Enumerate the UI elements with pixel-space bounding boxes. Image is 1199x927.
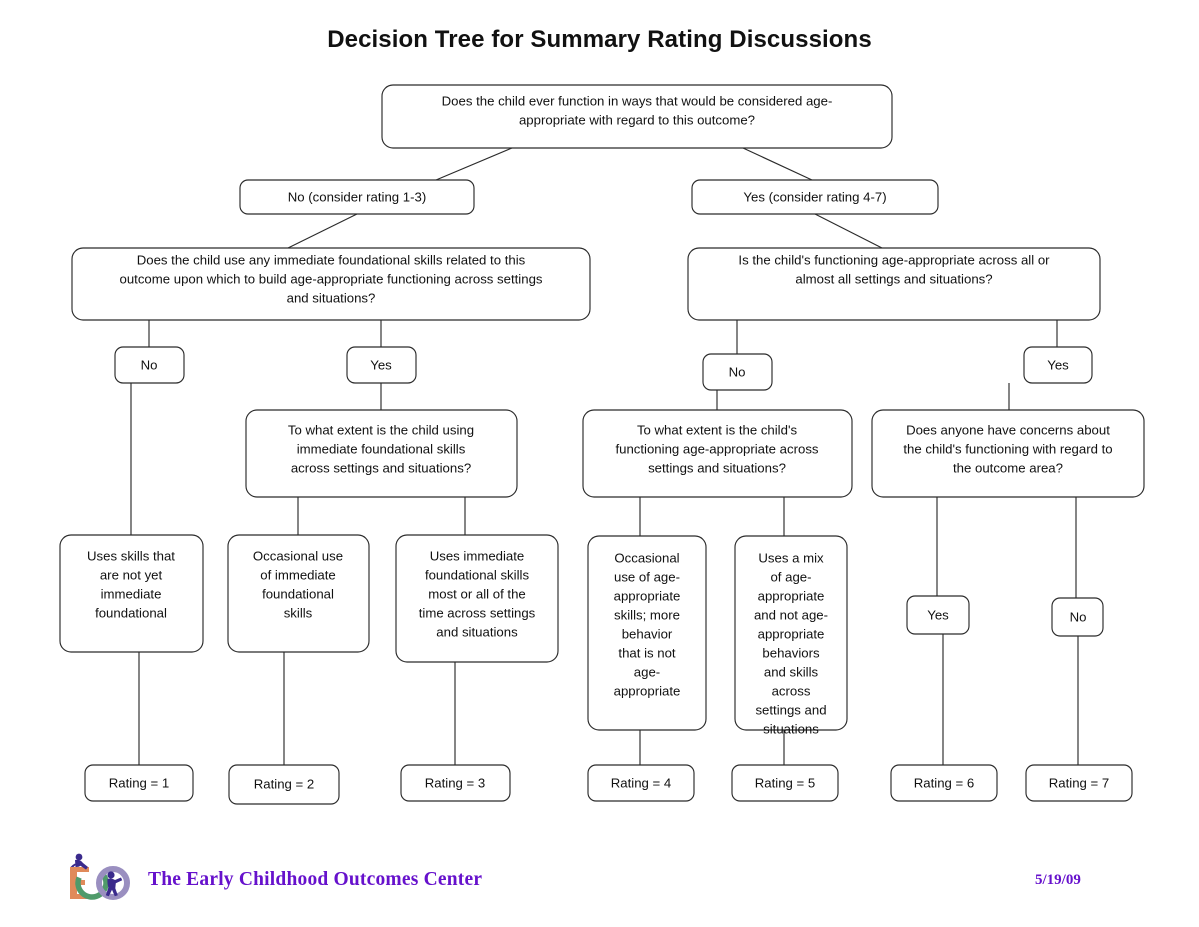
node-answer-yes-right: Yes: [1023, 346, 1093, 384]
node-answer-no-concerns-label: No: [1070, 609, 1087, 624]
node-description-rating-5-line-9: settings and: [755, 702, 826, 717]
node-description-rating-5-line-2: of age-: [770, 569, 811, 584]
node-question-extent-age-appropriate-line-3: settings and situations?: [648, 460, 786, 475]
node-branch-yes: Yes (consider rating 4-7): [691, 179, 939, 215]
node-branch-yes-label: Yes (consider rating 4-7): [743, 189, 886, 204]
node-description-rating-2-line-3: foundational: [262, 586, 334, 601]
node-description-rating-4-line-6: that is not: [618, 645, 676, 660]
node-answer-no-concerns: No: [1051, 597, 1104, 637]
node-branch-no-label: No (consider rating 1-3): [288, 189, 427, 204]
node-rating-2-label: Rating = 2: [254, 776, 314, 791]
node-description-rating-5-line-8: across: [772, 683, 811, 698]
node-description-rating-5-line-1: Uses a mix: [758, 550, 824, 565]
node-question-age-appropriate-all-settings-line-2: almost all settings and situations?: [795, 271, 992, 286]
node-question-foundational-skills-line-2: outcome upon which to build age-appropri…: [120, 271, 543, 286]
connector-yes-to-question-right: [814, 213, 883, 249]
node-description-rating-4-line-8: appropriate: [614, 683, 681, 698]
node-description-rating-4-line-2: use of age-: [614, 569, 680, 584]
node-question-extent-foundational-line-3: across settings and situations?: [291, 460, 471, 475]
connector-no-to-question-left: [287, 213, 358, 249]
node-description-rating-5-line-3: appropriate: [758, 588, 825, 603]
node-description-rating-3: Uses immediate foundational skills most …: [395, 534, 559, 663]
node-rating-4-label: Rating = 4: [611, 775, 671, 790]
node-question-age-appropriate-all-settings: Is the child's functioning age-appropria…: [687, 247, 1101, 321]
footer-organization-name: The Early Childhood Outcomes Center: [148, 869, 483, 890]
node-rating-2: Rating = 2: [228, 764, 340, 805]
node-question-concerns-line-1: Does anyone have concerns about: [906, 422, 1110, 437]
node-description-rating-2: Occasional use of immediate foundational…: [227, 534, 370, 653]
node-question-extent-foundational-line-2: immediate foundational skills: [297, 441, 466, 456]
node-root-question-line-2: appropriate with regard to this outcome?: [519, 112, 755, 127]
footer-date: 5/19/09: [1035, 872, 1081, 888]
node-description-rating-3-line-3: most or all of the: [428, 586, 525, 601]
node-answer-yes-concerns-label: Yes: [927, 607, 949, 622]
connector-root-to-no: [435, 147, 513, 181]
node-root-question-line-1: Does the child ever function in ways tha…: [442, 93, 833, 108]
node-question-foundational-skills-line-3: and situations?: [287, 290, 376, 305]
node-rating-7: Rating = 7: [1025, 764, 1133, 802]
node-description-rating-3-line-1: Uses immediate: [430, 548, 525, 563]
node-description-rating-5-line-5: appropriate: [758, 626, 825, 641]
node-rating-1: Rating = 1: [84, 764, 194, 802]
node-branch-no: No (consider rating 1-3): [239, 179, 475, 215]
node-description-rating-4-line-1: Occasional: [614, 550, 679, 565]
eco-logo: [70, 853, 130, 900]
node-description-rating-4-line-5: behavior: [622, 626, 673, 641]
node-rating-3-label: Rating = 3: [425, 775, 485, 790]
node-rating-1-label: Rating = 1: [109, 775, 169, 790]
footer: The Early Childhood Outcomes Center 5/19…: [0, 845, 1199, 927]
node-answer-yes-left-label: Yes: [370, 357, 392, 372]
node-question-extent-age-appropriate-line-1: To what extent is the child's: [637, 422, 798, 437]
decision-tree-diagram: Does the child ever function in ways tha…: [59, 84, 1145, 805]
node-rating-7-label: Rating = 7: [1049, 775, 1109, 790]
node-answer-yes-concerns: Yes: [906, 595, 970, 635]
node-description-rating-5-line-10: situations: [763, 721, 819, 736]
node-question-age-appropriate-all-settings-line-1: Is the child's functioning age-appropria…: [738, 252, 1050, 267]
node-description-rating-2-line-2: of immediate: [260, 567, 336, 582]
node-description-rating-4-line-4: skills; more: [614, 607, 680, 622]
node-answer-no-left-label: No: [141, 357, 158, 372]
node-description-rating-2-line-1: Occasional use: [253, 548, 343, 563]
node-description-rating-4-line-7: age-: [634, 664, 660, 679]
node-answer-yes-right-label: Yes: [1047, 357, 1069, 372]
node-rating-6-label: Rating = 6: [914, 775, 974, 790]
node-description-rating-2-line-4: skills: [284, 605, 313, 620]
node-answer-no-right: No: [702, 353, 773, 391]
node-rating-4: Rating = 4: [587, 764, 695, 802]
node-description-rating-5-line-4: and not age-: [754, 607, 828, 622]
node-description-rating-3-line-5: and situations: [436, 624, 518, 639]
node-question-concerns-line-2: the child's functioning with regard to: [903, 441, 1112, 456]
node-question-extent-age-appropriate: To what extent is the child's functionin…: [582, 409, 853, 498]
node-description-rating-1-line-4: foundational: [95, 605, 167, 620]
node-description-rating-1: Uses skills that are not yet immediate f…: [59, 534, 204, 653]
node-question-extent-foundational: To what extent is the child using immedi…: [245, 409, 518, 498]
node-description-rating-3-line-4: time across settings: [419, 605, 536, 620]
node-rating-5: Rating = 5: [731, 764, 839, 802]
node-root-question: Does the child ever function in ways tha…: [381, 84, 893, 149]
node-description-rating-1-line-1: Uses skills that: [87, 548, 175, 563]
node-question-concerns-line-3: the outcome area?: [953, 460, 1063, 475]
node-answer-no-left: No: [114, 346, 185, 384]
node-rating-5-label: Rating = 5: [755, 775, 815, 790]
node-answer-yes-left: Yes: [346, 346, 417, 384]
node-description-rating-5-line-7: and skills: [764, 664, 819, 679]
node-description-rating-3-line-2: foundational skills: [425, 567, 530, 582]
node-description-rating-1-line-3: immediate: [101, 586, 162, 601]
node-answer-no-right-label: No: [729, 364, 746, 379]
node-question-foundational-skills: Does the child use any immediate foundat…: [71, 247, 591, 321]
node-question-extent-age-appropriate-line-2: functioning age-appropriate across: [615, 441, 818, 456]
connector-root-to-yes: [742, 147, 813, 181]
node-description-rating-1-line-2: are not yet: [100, 567, 163, 582]
node-rating-6: Rating = 6: [890, 764, 998, 802]
node-description-rating-4: Occasional use of age- appropriate skill…: [587, 535, 707, 731]
node-question-extent-foundational-line-1: To what extent is the child using: [288, 422, 474, 437]
node-description-rating-5-line-6: behaviors: [762, 645, 820, 660]
node-question-foundational-skills-line-1: Does the child use any immediate foundat…: [137, 252, 526, 267]
node-description-rating-5: Uses a mix of age- appropriate and not a…: [734, 535, 848, 736]
node-question-concerns: Does anyone have concerns about the chil…: [871, 409, 1145, 498]
node-description-rating-4-line-3: appropriate: [614, 588, 681, 603]
node-rating-3: Rating = 3: [400, 764, 511, 802]
